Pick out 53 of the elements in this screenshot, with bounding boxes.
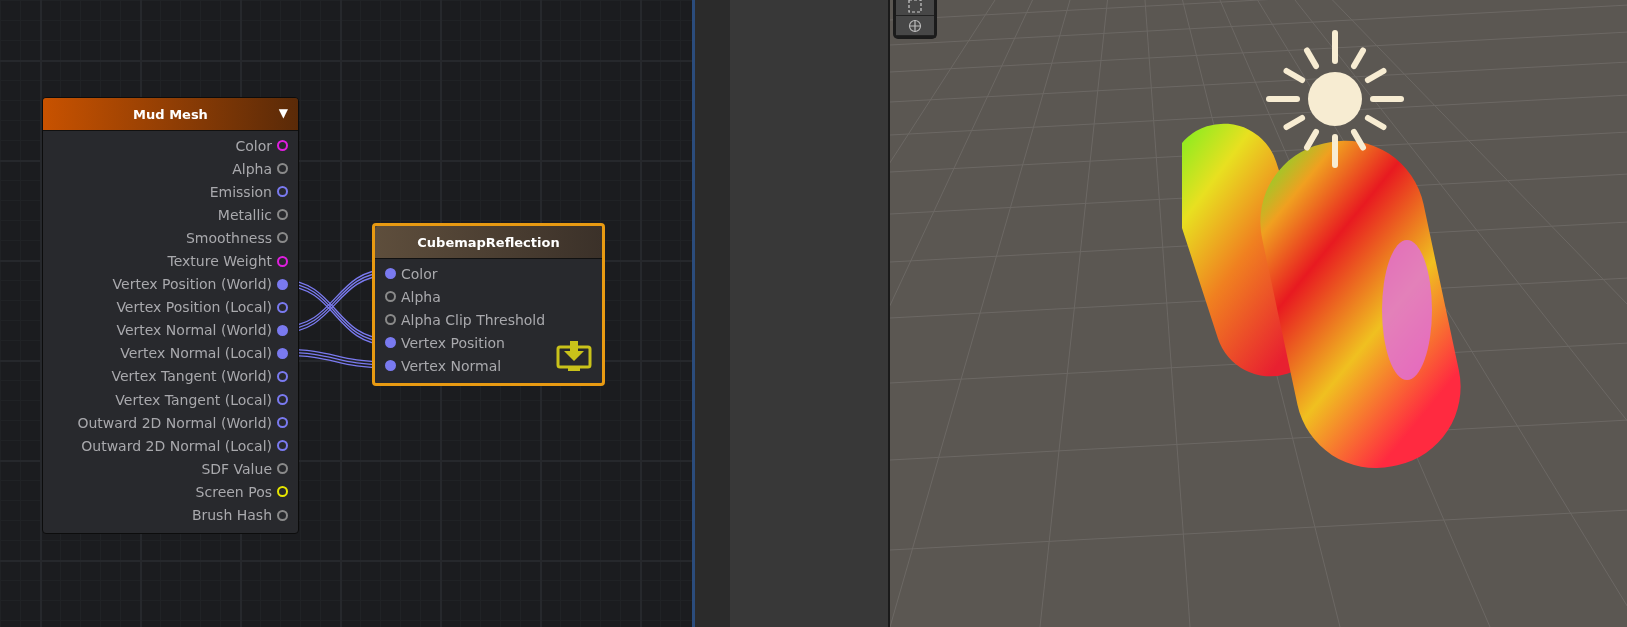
port-dot[interactable]	[277, 463, 288, 475]
port-label: Emission	[209, 183, 272, 200]
port-dot[interactable]	[277, 186, 288, 198]
sun-icon	[1265, 29, 1405, 169]
port-label: Vertex Position	[401, 334, 505, 351]
port-label: Alpha	[232, 160, 272, 177]
port-label: Vertex Position (World)	[112, 276, 272, 293]
port-dot[interactable]	[277, 278, 288, 290]
port-dot[interactable]	[277, 163, 288, 175]
port-dot[interactable]	[277, 509, 288, 521]
port-dot[interactable]	[385, 291, 396, 303]
port-label: Texture Weight	[167, 253, 272, 269]
port-label: Smoothness	[185, 229, 272, 246]
port-label: Color	[401, 265, 438, 282]
port-label: Vertex Tangent (Local)	[115, 391, 272, 408]
move-tool[interactable]	[896, 16, 934, 36]
port-dot[interactable]	[277, 440, 288, 452]
port-dot[interactable]	[277, 371, 288, 382]
node-title: Mud Mesh	[133, 106, 208, 122]
port-dot[interactable]	[277, 324, 288, 336]
port-dot[interactable]	[277, 140, 288, 152]
port-dot[interactable]	[385, 268, 396, 280]
port-dot[interactable]	[385, 360, 396, 372]
port-label: Vertex Normal (Local)	[120, 345, 272, 362]
port-dot[interactable]	[277, 347, 288, 359]
port-label: Vertex Normal (World)	[116, 322, 272, 339]
crosshair-icon	[908, 18, 922, 33]
port-label: Alpha Clip Threshold	[401, 311, 546, 328]
port-label: Metallic	[217, 206, 272, 223]
port-label: Color	[235, 137, 272, 154]
port-label: Vertex Normal	[401, 357, 502, 374]
port-dot[interactable]	[277, 255, 288, 267]
graph-node[interactable]	[42, 97, 299, 534]
port-dot[interactable]	[277, 209, 288, 221]
graph-node[interactable]: CubemapReflection Color Alpha Alpha Clip Threshold Vertex Position Vertex Normal	[372, 223, 605, 387]
port-dot[interactable]	[277, 301, 288, 313]
rect-select-tool[interactable]	[896, 0, 934, 16]
download-monitor-icon[interactable]	[556, 341, 592, 374]
port-label: Alpha	[401, 288, 441, 305]
node-title: CubemapReflection	[417, 234, 560, 250]
port-label: Outward 2D Normal (Local)	[81, 437, 272, 454]
port-label: Brush Hash	[191, 507, 272, 524]
port-dot[interactable]	[385, 314, 396, 326]
port-dot[interactable]	[277, 232, 288, 244]
port-dot[interactable]	[277, 417, 288, 429]
port-label: Vertex Position (Local)	[116, 299, 272, 316]
port-label: Vertex Tangent (World)	[111, 368, 272, 385]
port-label: Screen Pos	[195, 483, 272, 500]
port-label: Outward 2D Normal (World)	[77, 414, 272, 431]
port-dot[interactable]	[277, 394, 288, 406]
port-label: SDF Value	[201, 460, 272, 477]
port-dot[interactable]	[385, 337, 396, 349]
dropdown-caret[interactable]: ▼	[278, 106, 288, 120]
